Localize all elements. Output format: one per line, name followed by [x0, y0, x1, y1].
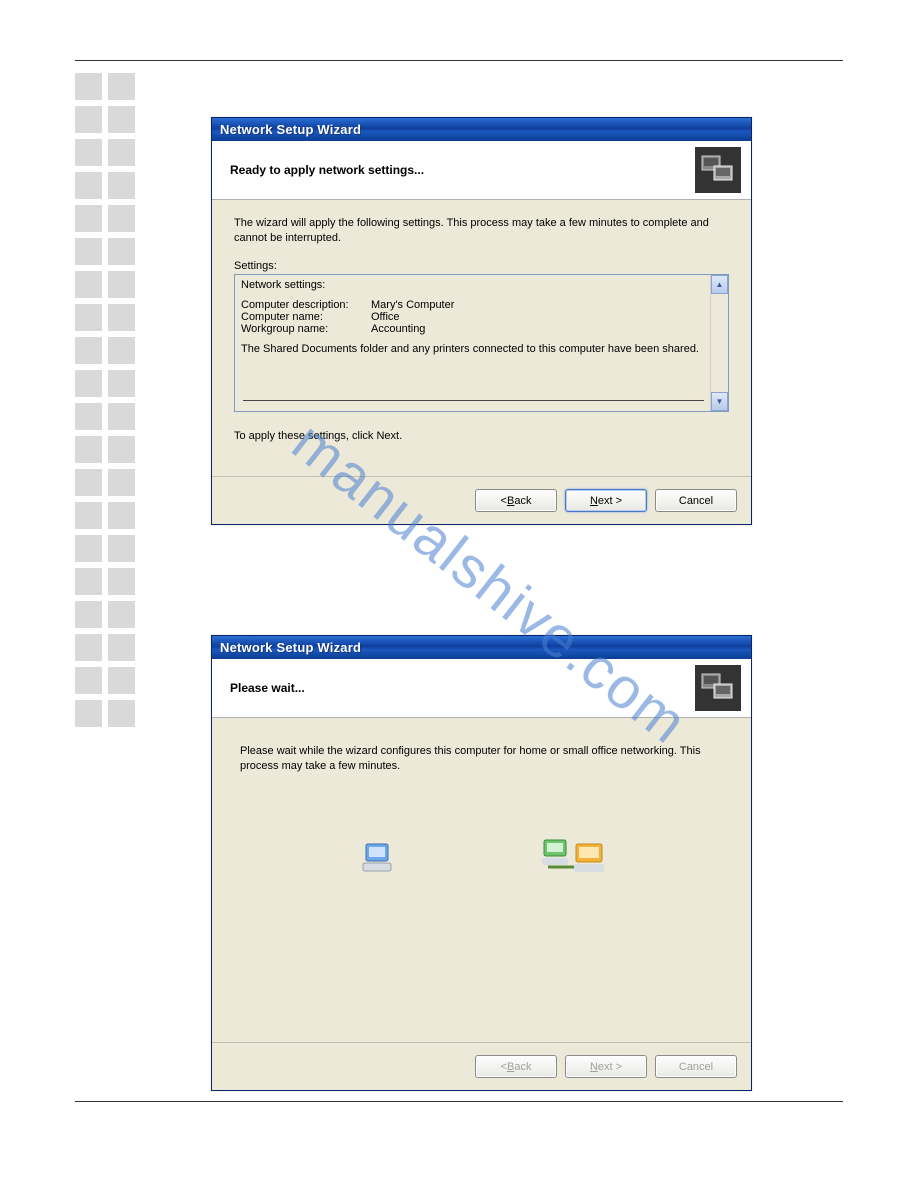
- back-button[interactable]: < Back: [475, 489, 557, 512]
- cancel-button: Cancel: [655, 1055, 737, 1078]
- page-top-rule: [75, 60, 843, 61]
- page-bottom-rule: [75, 1101, 843, 1102]
- next-button[interactable]: Next >: [565, 489, 647, 512]
- scroll-up-button[interactable]: ▲: [711, 275, 728, 294]
- scroll-down-button[interactable]: ▼: [711, 392, 728, 411]
- setting-row: Computer description: Mary's Computer: [241, 299, 708, 311]
- settings-label: Settings:: [234, 260, 729, 272]
- network-setup-wizard-dialog-wait: Network Setup Wizard Please wait... Plea…: [211, 635, 752, 1091]
- wizard-body: The wizard will apply the following sett…: [212, 200, 751, 476]
- setting-value: Office: [371, 311, 400, 323]
- decorative-squares-column: [75, 73, 137, 727]
- single-computer-icon: [357, 838, 397, 881]
- shared-documents-text: The Shared Documents folder and any prin…: [241, 343, 708, 355]
- network-setup-wizard-dialog-ready: Network Setup Wizard Ready to apply netw…: [211, 117, 752, 525]
- settings-separator: [243, 400, 704, 401]
- network-computers-icon: [542, 834, 606, 885]
- wizard-header: Ready to apply network settings...: [212, 141, 751, 200]
- settings-box-heading: Network settings:: [241, 279, 708, 291]
- wizard-heading: Ready to apply network settings...: [230, 163, 695, 177]
- back-button: < Back: [475, 1055, 557, 1078]
- network-computers-icon: [695, 147, 741, 193]
- scrollbar[interactable]: ▲ ▼: [710, 275, 728, 411]
- settings-listbox[interactable]: Network settings: Computer description: …: [234, 274, 729, 412]
- setting-label: Workgroup name:: [241, 323, 371, 335]
- setting-row: Workgroup name: Accounting: [241, 323, 708, 335]
- window-titlebar[interactable]: Network Setup Wizard: [212, 636, 751, 659]
- progress-animation: [234, 834, 729, 885]
- setting-row: Computer name: Office: [241, 311, 708, 323]
- intro-text: The wizard will apply the following sett…: [234, 216, 729, 246]
- cancel-button[interactable]: Cancel: [655, 489, 737, 512]
- wizard-button-row: < Back Next > Cancel: [212, 476, 751, 524]
- wizard-body: Please wait while the wizard configures …: [212, 718, 751, 1042]
- wizard-button-row: < Back Next > Cancel: [212, 1042, 751, 1090]
- wizard-header: Please wait...: [212, 659, 751, 718]
- setting-label: Computer description:: [241, 299, 371, 311]
- setting-value: Mary's Computer: [371, 299, 454, 311]
- network-computers-icon: [695, 665, 741, 711]
- wizard-heading: Please wait...: [230, 681, 695, 695]
- setting-label: Computer name:: [241, 311, 371, 323]
- window-titlebar[interactable]: Network Setup Wizard: [212, 118, 751, 141]
- apply-hint-text: To apply these settings, click Next.: [234, 430, 729, 442]
- setting-value: Accounting: [371, 323, 425, 335]
- next-button: Next >: [565, 1055, 647, 1078]
- please-wait-text: Please wait while the wizard configures …: [240, 744, 723, 774]
